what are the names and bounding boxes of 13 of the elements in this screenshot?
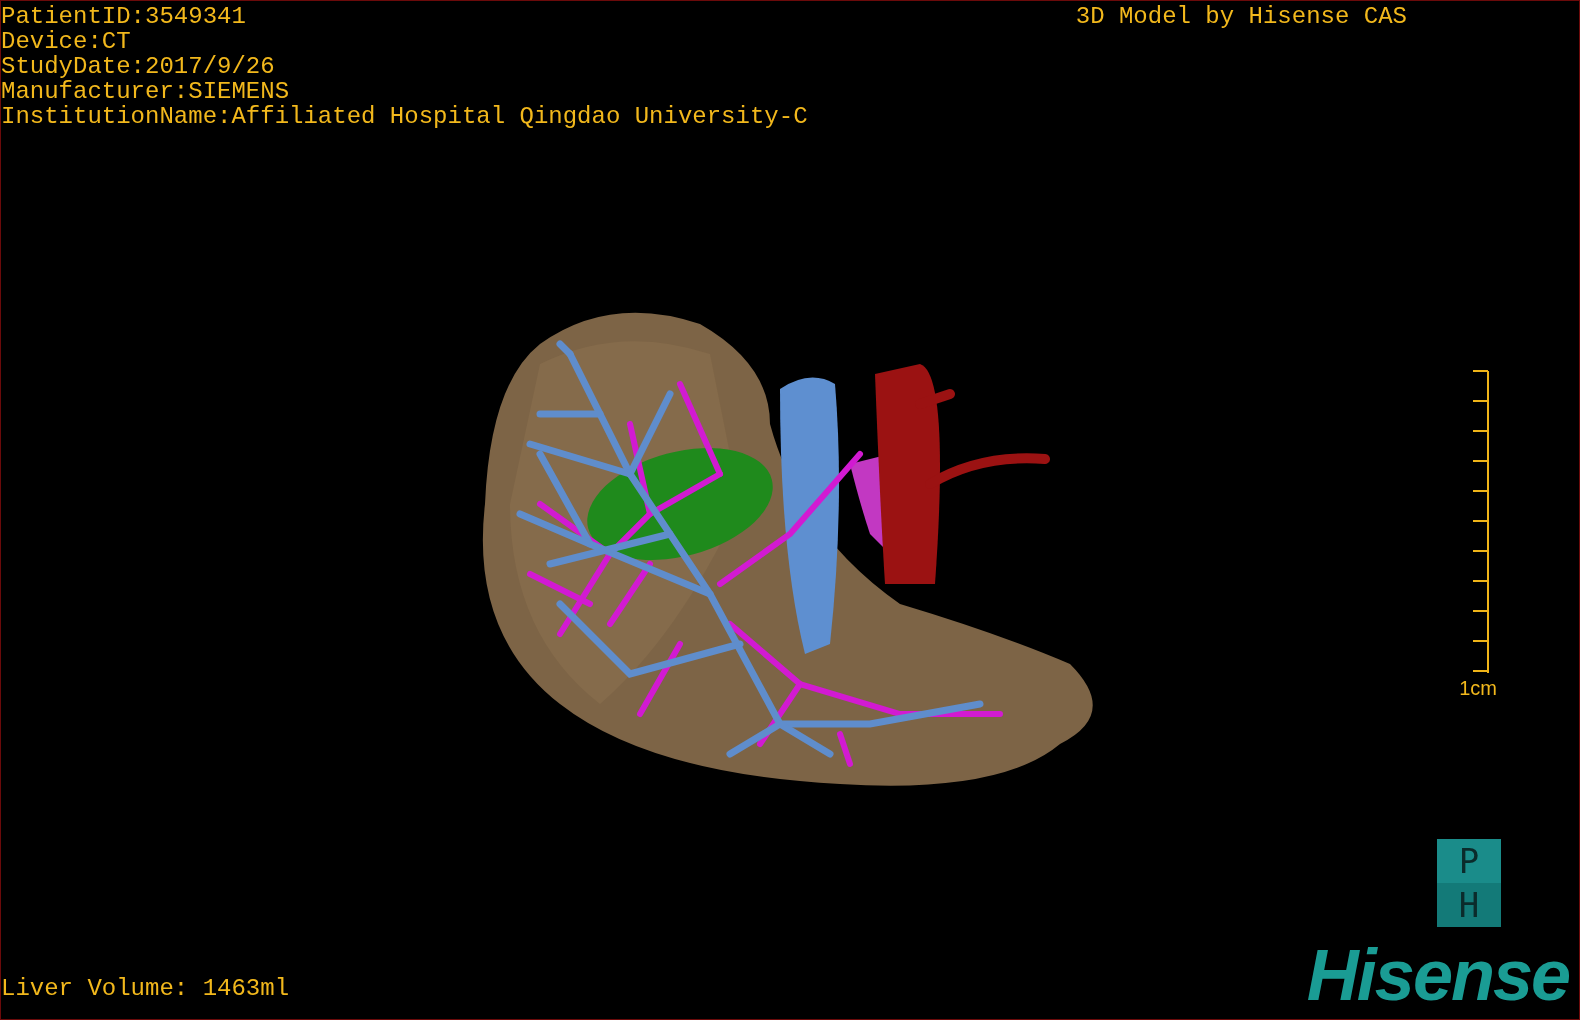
brand-logo: Hisense <box>1306 937 1570 1013</box>
study-info-line: StudyDate:2017/9/26 <box>1 54 276 79</box>
liver-volume: Liver Volume: 1463ml <box>1 976 290 1001</box>
scale-label: 1cm <box>1459 676 1497 700</box>
study-info-line: Manufacturer:SIEMENS <box>1 79 291 104</box>
study-info-line: Device:CT <box>1 29 132 54</box>
orientation-cube[interactable]: P H <box>1437 839 1501 927</box>
scale-ruler-icon <box>1471 368 1491 675</box>
model-credit: 3D Model by Hisense CAS <box>1075 4 1407 29</box>
study-info-line: InstitutionName:Affiliated Hospital Qingdao University-C <box>1 104 808 129</box>
cube-face: H <box>1437 883 1501 927</box>
study-info-line: PatientID:3549341 <box>1 4 247 29</box>
cube-face: P <box>1437 839 1501 883</box>
